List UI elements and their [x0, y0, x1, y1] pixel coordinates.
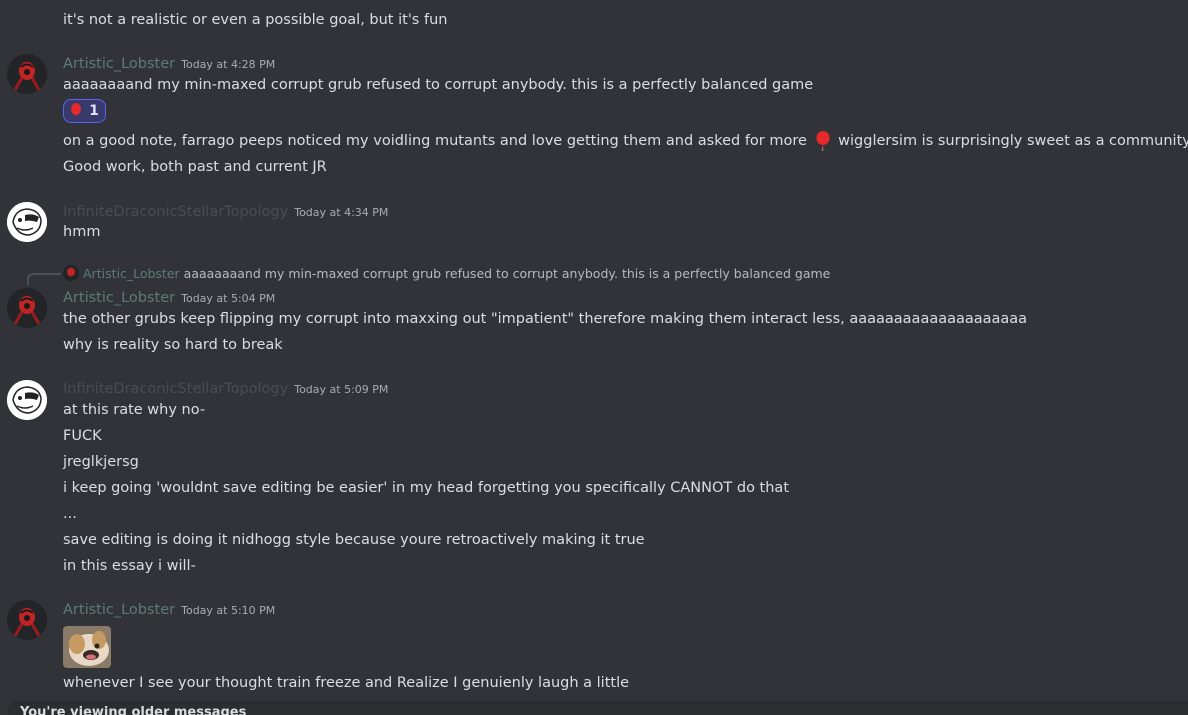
reply-avatar-icon: [63, 265, 79, 281]
reply-reference[interactable]: Artistic_Lobster aaaaaaaand my min-maxed …: [63, 264, 830, 284]
message-text: ...: [63, 506, 77, 522]
message-text: whenever I see your thought train freeze…: [63, 675, 630, 691]
reaction-count: 1: [89, 103, 99, 119]
draconic-avatar-icon: [7, 202, 47, 242]
message-text: i keep going 'wouldnt save editing be ea…: [63, 480, 790, 496]
username[interactable]: Artistic_Lobster: [63, 290, 175, 306]
message-text: Good work, both past and current JR: [63, 159, 327, 175]
lobster-avatar-icon: [7, 54, 47, 94]
message-text: why is reality so hard to break: [63, 337, 283, 353]
reply-spine: [27, 273, 61, 285]
username[interactable]: Artistic_Lobster: [63, 602, 175, 618]
message-text: hmm: [63, 224, 101, 240]
message-text: FUCK: [63, 428, 102, 444]
user-avatar[interactable]: [7, 380, 47, 420]
older-messages-text: You're viewing older messages: [20, 705, 247, 715]
user-avatar[interactable]: [7, 54, 47, 94]
dog-emoji-image[interactable]: [63, 626, 111, 668]
username[interactable]: InfiniteDraconicStellarTopology: [63, 381, 288, 397]
timestamp[interactable]: Today at 5:10 PM: [181, 604, 275, 617]
user-avatar[interactable]: [7, 600, 47, 640]
message-text: aaaaaaaand my min-maxed corrupt grub ref…: [63, 77, 814, 93]
older-messages-bar[interactable]: You're viewing older messages: [8, 701, 1188, 715]
message-text: jreglkjersg: [63, 454, 139, 470]
chat-messages: it's not a realistic or even a possible …: [0, 0, 1188, 715]
message-header: InfiniteDraconicStellarTopology Today at …: [63, 378, 388, 400]
lobster-avatar-icon: [7, 288, 47, 328]
message-text: it's not a realistic or even a possible …: [63, 12, 448, 28]
balloon-icon: [71, 103, 82, 117]
message-header: InfiniteDraconicStellarTopology Today at …: [63, 201, 388, 223]
message-text: the other grubs keep flipping my corrupt…: [63, 311, 1028, 327]
reply-username[interactable]: Artistic_Lobster: [83, 266, 180, 281]
message-text: save editing is doing it nidhogg style b…: [63, 532, 645, 548]
message-text: in this essay i will-: [63, 558, 196, 574]
timestamp[interactable]: Today at 5:09 PM: [294, 383, 388, 396]
message-text: on a good note, farrago peeps noticed my…: [63, 131, 1188, 151]
message-header: Artistic_Lobster Today at 4:28 PM: [63, 53, 275, 75]
timestamp[interactable]: Today at 5:04 PM: [181, 292, 275, 305]
message-header: Artistic_Lobster Today at 5:10 PM: [63, 599, 275, 621]
balloon-emoji-icon: [816, 131, 830, 151]
message-header: Artistic_Lobster Today at 5:04 PM: [63, 287, 275, 309]
reaction-button[interactable]: 1: [63, 99, 106, 123]
user-avatar[interactable]: [7, 202, 47, 242]
lobster-avatar-icon: [7, 600, 47, 640]
reply-preview[interactable]: aaaaaaaand my min-maxed corrupt grub ref…: [184, 266, 831, 281]
user-avatar[interactable]: [7, 288, 47, 328]
draconic-avatar-icon: [7, 380, 47, 420]
timestamp[interactable]: Today at 4:28 PM: [181, 58, 275, 71]
message-text: at this rate why no-: [63, 402, 206, 418]
username[interactable]: Artistic_Lobster: [63, 56, 175, 72]
timestamp[interactable]: Today at 4:34 PM: [294, 206, 388, 219]
username[interactable]: InfiniteDraconicStellarTopology: [63, 204, 288, 220]
